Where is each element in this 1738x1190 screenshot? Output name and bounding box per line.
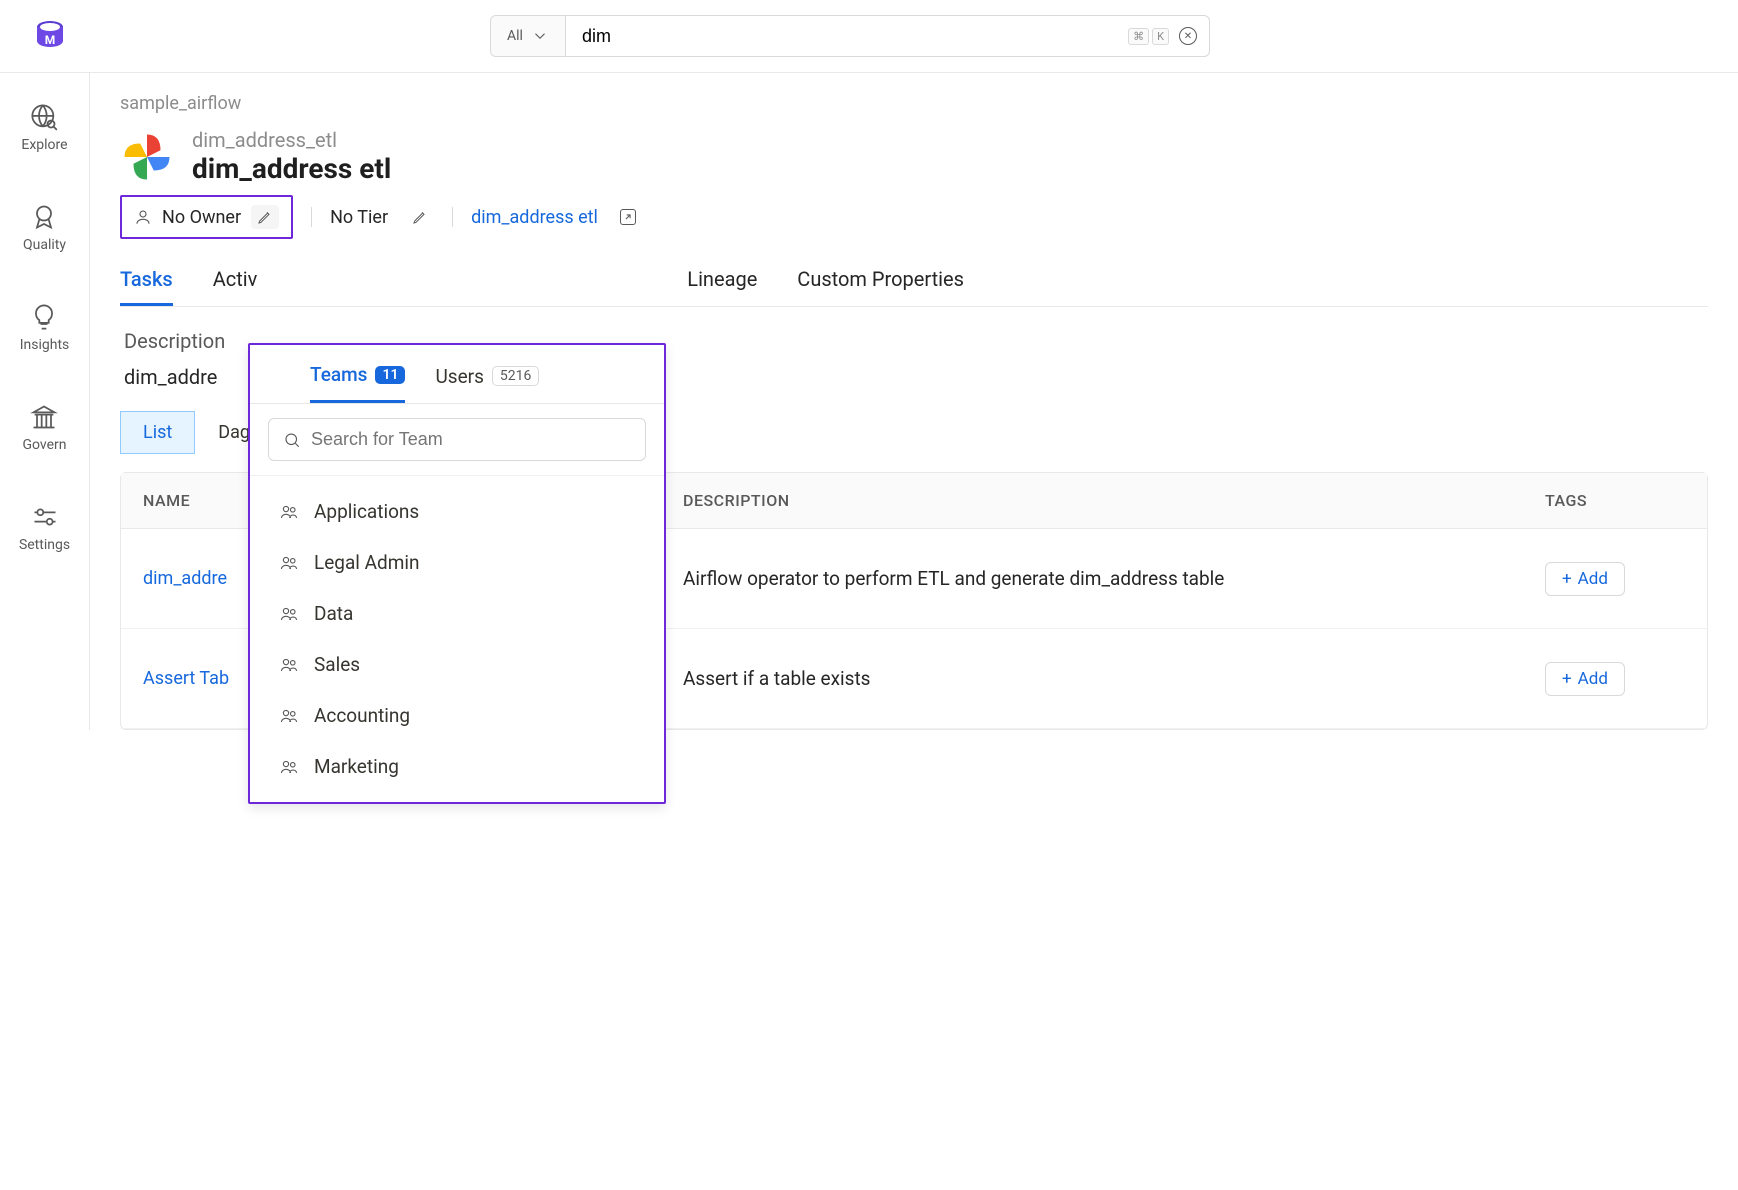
global-search: All ⌘ K: [490, 15, 1210, 57]
inner-tab-list[interactable]: List: [120, 411, 195, 454]
kbd-shortcut: ⌘ K: [1128, 28, 1169, 45]
pencil-icon: [412, 209, 428, 225]
popover-search-wrap: [250, 404, 664, 476]
globe-search-icon: [30, 103, 58, 131]
nav-insights[interactable]: Insights: [20, 303, 70, 353]
user-icon: [134, 208, 152, 226]
nav-settings[interactable]: Settings: [19, 503, 70, 553]
tab-label: Users: [435, 365, 483, 388]
owner-chip: No Owner: [120, 195, 293, 239]
entity-titles: dim_address_etl dim_address etl: [192, 128, 391, 185]
team-item-applications[interactable]: Applications: [250, 486, 664, 537]
team-item-sales[interactable]: Sales: [250, 639, 664, 690]
tier-label: No Tier: [330, 207, 388, 228]
team-icon: [278, 707, 300, 725]
edit-owner-button[interactable]: [251, 205, 279, 229]
team-list: Applications Legal Admin Data Sales Acco…: [250, 476, 664, 802]
row-description: Airflow operator to perform ETL and gene…: [683, 567, 1545, 590]
tab-tasks[interactable]: Tasks: [120, 267, 173, 306]
nav-label: Quality: [23, 237, 66, 253]
entity-subtitle: dim_address_etl: [192, 128, 391, 152]
search-scope-label: All: [507, 28, 523, 44]
team-item-legal-admin[interactable]: Legal Admin: [250, 537, 664, 588]
meta-row: No Owner No Tier dim_address etl: [120, 195, 1708, 239]
team-search-input[interactable]: [311, 429, 631, 450]
page-title: dim_address etl: [192, 152, 391, 185]
search-input[interactable]: [566, 16, 1128, 56]
award-icon: [30, 203, 58, 231]
add-tag-button[interactable]: + Add: [1545, 562, 1625, 596]
clear-search-icon[interactable]: [1179, 27, 1197, 45]
users-count-badge: 5216: [492, 366, 539, 386]
main-content: sample_airflow dim_address_etl dim_addre…: [90, 73, 1738, 730]
kbd-cmd: ⌘: [1128, 28, 1149, 45]
popover-tab-users[interactable]: Users 5216: [435, 365, 539, 402]
left-nav: Explore Quality Insights Govern Settings: [0, 73, 90, 730]
nav-label: Insights: [20, 337, 70, 353]
team-name: Sales: [314, 653, 360, 676]
search-icon: [283, 431, 301, 449]
building-icon: [30, 403, 58, 431]
airflow-icon: [120, 130, 174, 184]
team-name: Marketing: [314, 755, 399, 778]
nav-label: Explore: [21, 137, 67, 153]
nav-label: Govern: [22, 437, 66, 453]
nav-govern[interactable]: Govern: [22, 403, 66, 453]
nav-explore[interactable]: Explore: [21, 103, 67, 153]
team-item-accounting[interactable]: Accounting: [250, 690, 664, 741]
divider: [311, 207, 312, 227]
nav-label: Settings: [19, 537, 70, 553]
team-icon: [278, 758, 300, 776]
app-logo[interactable]: M: [30, 16, 70, 56]
team-name: Applications: [314, 500, 419, 523]
chevron-down-icon: [531, 27, 549, 45]
entity-link[interactable]: dim_address etl: [471, 207, 598, 228]
pencil-icon: [257, 209, 273, 225]
add-tag-button[interactable]: + Add: [1545, 662, 1625, 696]
add-label: Add: [1578, 569, 1608, 589]
search-right: ⌘ K: [1128, 27, 1209, 45]
team-item-data[interactable]: Data: [250, 588, 664, 639]
popover-tabs: Teams 11 Users 5216: [250, 345, 664, 404]
col-description: DESCRIPTION: [683, 491, 1545, 510]
team-icon: [278, 605, 300, 623]
kbd-k: K: [1152, 28, 1169, 45]
col-tags: TAGS: [1545, 491, 1685, 510]
tab-custom-properties[interactable]: Custom Properties: [797, 267, 964, 306]
team-name: Legal Admin: [314, 551, 420, 574]
sliders-icon: [31, 503, 59, 531]
plus-icon: +: [1562, 569, 1572, 589]
svg-text:M: M: [45, 33, 56, 47]
team-name: Data: [314, 602, 353, 625]
tab-activity[interactable]: Activ: [213, 267, 258, 306]
row-description: Assert if a table exists: [683, 667, 1545, 690]
entity-header: dim_address_etl dim_address etl: [120, 128, 1708, 185]
main-tabs: Tasks Activ Lineage Custom Properties: [120, 267, 1708, 307]
external-link-icon[interactable]: [620, 209, 636, 225]
plus-icon: +: [1562, 669, 1572, 689]
nav-quality[interactable]: Quality: [23, 203, 66, 253]
team-icon: [278, 656, 300, 674]
edit-tier-button[interactable]: [406, 205, 434, 229]
breadcrumb[interactable]: sample_airflow: [120, 93, 1708, 114]
owner-label: No Owner: [162, 207, 241, 228]
tab-label: Teams: [310, 363, 367, 386]
team-name: Accounting: [314, 704, 410, 727]
add-label: Add: [1578, 669, 1608, 689]
team-icon: [278, 503, 300, 521]
tab-lineage[interactable]: Lineage: [687, 267, 757, 306]
top-header: M All ⌘ K: [0, 0, 1738, 72]
teams-count-badge: 11: [375, 366, 405, 384]
layout: Explore Quality Insights Govern Settings…: [0, 72, 1738, 730]
owner-picker-popover: Teams 11 Users 5216 Applications: [248, 343, 666, 804]
popover-tab-teams[interactable]: Teams 11: [310, 363, 405, 403]
lightbulb-icon: [30, 303, 58, 331]
popover-search: [268, 418, 646, 461]
team-item-marketing[interactable]: Marketing: [250, 741, 664, 792]
divider: [452, 207, 453, 227]
search-scope-dropdown[interactable]: All: [491, 16, 566, 56]
team-icon: [278, 554, 300, 572]
